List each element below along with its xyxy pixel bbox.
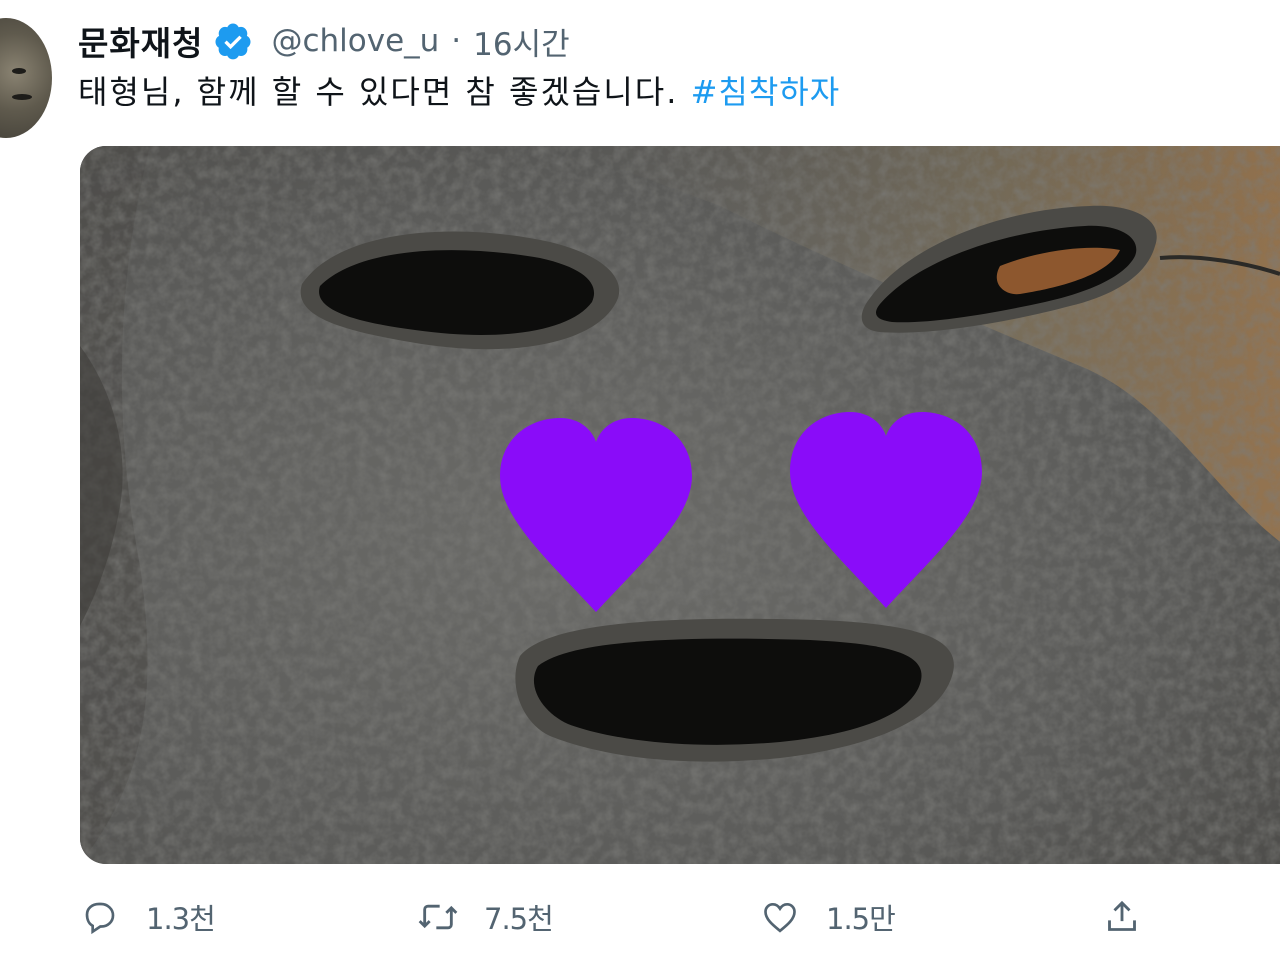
like-icon bbox=[758, 895, 802, 939]
retweet-count: 7.5천 bbox=[484, 902, 554, 936]
mask-photo bbox=[80, 146, 1280, 864]
tweet-header: 문화재청 @chlove_u · 16시간 bbox=[78, 16, 570, 66]
user-handle[interactable]: @chlove_u bbox=[271, 23, 439, 59]
tweet-body: 태형님, 함께 할 수 있다면 참 좋겠습니다. bbox=[78, 73, 679, 111]
tweet-text: 태형님, 함께 할 수 있다면 참 좋겠습니다. #침착하자 bbox=[78, 68, 840, 116]
share-button[interactable] bbox=[1100, 885, 1144, 949]
like-button[interactable]: 1.5만 bbox=[758, 885, 896, 949]
timestamp[interactable]: 16시간 bbox=[473, 19, 570, 64]
avatar[interactable] bbox=[0, 18, 52, 138]
tweet: 문화재청 @chlove_u · 16시간 태형님, 함께 할 수 있다면 참 … bbox=[0, 0, 1280, 960]
verified-badge-icon bbox=[213, 21, 253, 61]
retweet-icon bbox=[416, 895, 460, 939]
separator-dot: · bbox=[451, 23, 462, 59]
reply-icon bbox=[78, 895, 122, 939]
share-icon bbox=[1100, 895, 1144, 939]
display-name[interactable]: 문화재청 bbox=[78, 17, 203, 65]
tweet-actions: 1.3천 7.5천 1.5만 bbox=[0, 885, 1280, 949]
tweet-media-image[interactable] bbox=[80, 146, 1280, 864]
reply-button[interactable]: 1.3천 bbox=[78, 885, 216, 949]
retweet-button[interactable]: 7.5천 bbox=[416, 885, 554, 949]
hashtag-link[interactable]: #침착하자 bbox=[691, 73, 841, 111]
avatar-mask-mouth bbox=[12, 94, 32, 100]
reply-count: 1.3천 bbox=[146, 902, 216, 936]
like-count: 1.5만 bbox=[826, 902, 896, 936]
avatar-mask-eye bbox=[12, 68, 26, 74]
